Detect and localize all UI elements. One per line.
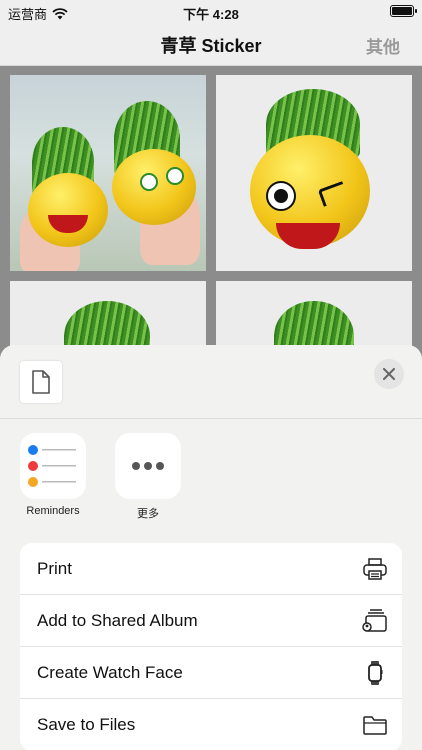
navigation-bar: 青草 Sticker 其他 — [0, 24, 422, 66]
app-more[interactable]: 更多 — [108, 433, 188, 521]
pupil-image — [274, 189, 288, 203]
tongue-image — [276, 223, 340, 249]
action-list: Print Add to Shared Album Create Watch F… — [20, 543, 402, 750]
action-print[interactable]: Print — [20, 543, 402, 595]
battery-icon — [390, 5, 417, 17]
shared-album-icon — [362, 609, 387, 632]
watch-icon — [368, 661, 383, 685]
action-label: Add to Shared Album — [37, 611, 198, 630]
action-shared-album[interactable]: Add to Shared Album — [20, 595, 402, 647]
page-title: 青草 Sticker — [160, 36, 262, 56]
reminders-icon — [20, 433, 86, 499]
document-icon — [32, 370, 50, 394]
app-reminders[interactable]: Reminders — [13, 433, 93, 517]
clock: 下午 4:28 — [183, 7, 239, 22]
app-label: Reminders — [26, 505, 80, 517]
dollar-eye — [166, 167, 184, 185]
other-button[interactable]: 其他 — [366, 33, 400, 58]
share-sheet: Reminders 更多 Print Add to Shared Album C… — [0, 345, 422, 750]
printer-icon — [363, 558, 387, 580]
dollar-eye — [140, 173, 158, 191]
action-label: Create Watch Face — [37, 663, 183, 682]
action-watch-face[interactable]: Create Watch Face — [20, 647, 402, 699]
action-label: Save to Files — [37, 715, 136, 734]
app-row: Reminders 更多 — [0, 433, 422, 523]
sticker-grid — [0, 67, 422, 477]
sticker-tile[interactable] — [216, 75, 412, 271]
folder-icon — [363, 716, 387, 735]
sticker-tile[interactable] — [10, 75, 206, 271]
share-sheet-header — [0, 345, 422, 419]
app-label: 更多 — [137, 508, 159, 520]
action-label: Print — [37, 559, 72, 578]
pot-image — [28, 173, 108, 247]
action-save-to-files[interactable]: Save to Files — [20, 699, 402, 750]
close-icon — [383, 368, 395, 380]
file-preview — [20, 361, 62, 403]
status-bar: 运营商 下午 4:28 — [0, 0, 422, 24]
close-button[interactable] — [374, 359, 404, 389]
more-icon — [115, 433, 181, 499]
